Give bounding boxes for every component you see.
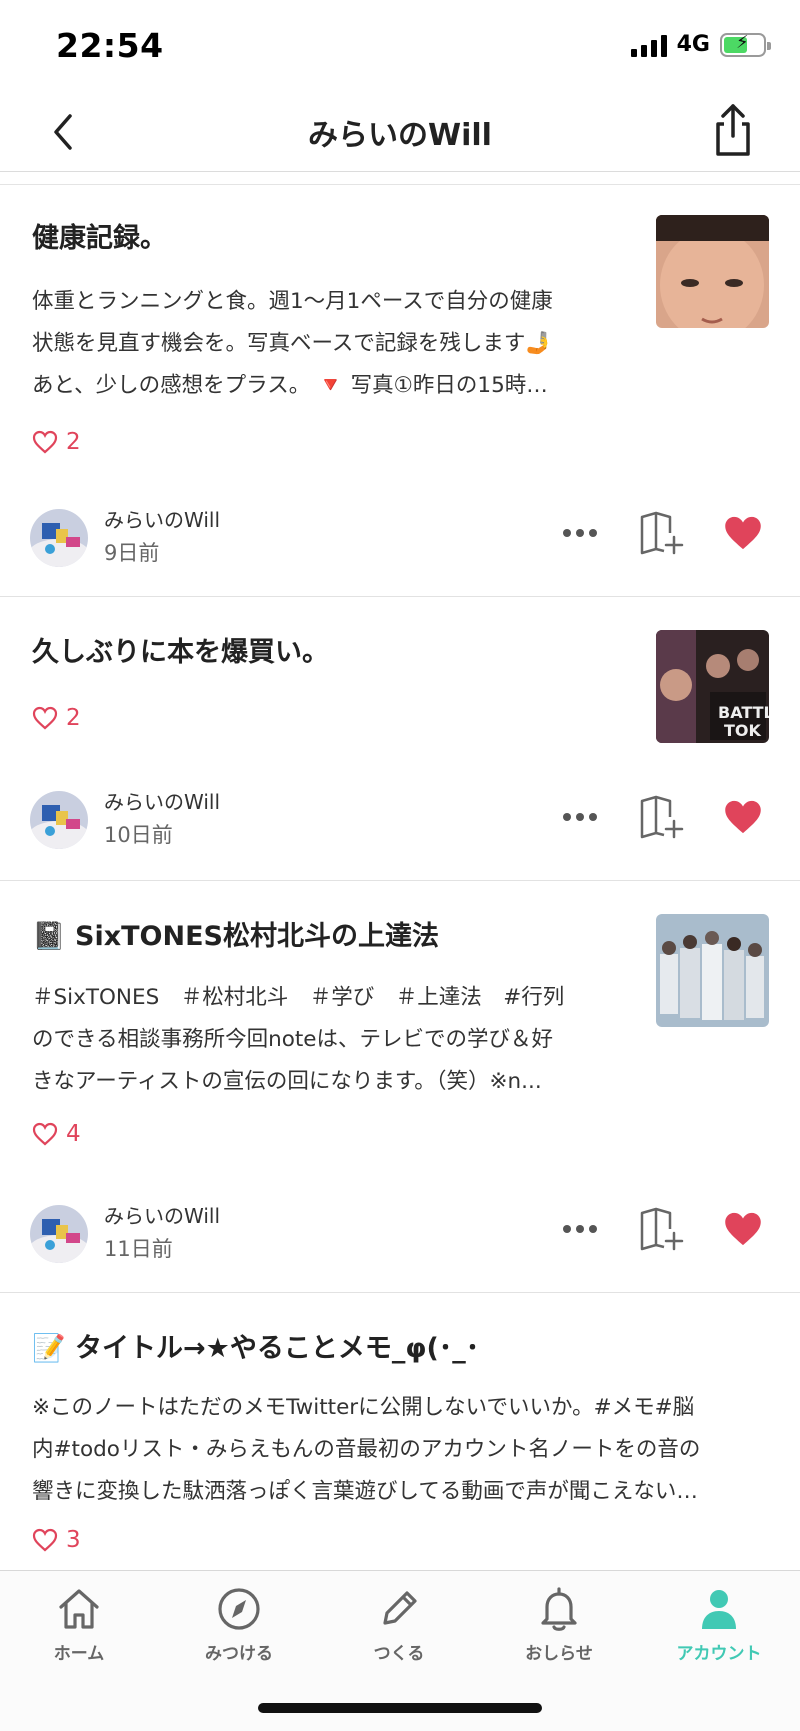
avatar[interactable] (30, 791, 88, 849)
post-date: 11日前 (104, 1237, 173, 1261)
heart-outline-icon (32, 1122, 58, 1146)
like-button[interactable] (722, 1209, 764, 1249)
post-date: 10日前 (104, 823, 173, 847)
article-thumbnail[interactable] (656, 914, 769, 1027)
home-icon (59, 1589, 99, 1629)
like-count: 2 (32, 705, 81, 731)
tab-notifications[interactable]: おしらせ (504, 1585, 614, 1664)
heart-outline-icon (32, 430, 58, 454)
like-count: 2 (32, 429, 81, 455)
pencil-icon (383, 1591, 417, 1625)
like-button[interactable] (722, 797, 764, 837)
bell-icon (541, 1587, 577, 1631)
heart-filled-icon (725, 516, 761, 550)
author-name[interactable]: みらいのWill (104, 1201, 220, 1231)
tab-account[interactable]: アカウント (664, 1585, 774, 1664)
article-author[interactable]: みらいのWill 10日前 (30, 787, 220, 853)
avatar[interactable] (30, 509, 88, 567)
article-actions (560, 1207, 764, 1251)
magazine-add-icon (640, 1207, 684, 1251)
battery-icon: ⚡ (720, 32, 771, 57)
add-to-magazine-button[interactable] (638, 1207, 684, 1251)
author-name[interactable]: みらいのWill (104, 505, 220, 535)
tab-discover[interactable]: みつける (184, 1585, 294, 1664)
article-excerpt: ※このノートはただのメモTwitterに公開しないでいいか。#メモ#脳 内#to… (32, 1395, 701, 1504)
article-title[interactable]: 📝 タイトル→★やることメモ_φ(･_･ (32, 1329, 479, 1369)
network-type: 4G (676, 32, 710, 57)
more-options-button[interactable] (560, 513, 600, 553)
nav-header: みらいのWill (0, 92, 800, 172)
like-button[interactable] (722, 513, 764, 553)
magazine-add-icon (640, 795, 684, 839)
article-excerpt: ＃SixTONES ＃松村北斗 ＃学び ＃上達法 #行列 のできる相談事務所今回… (32, 985, 565, 1094)
article-card[interactable]: 📝 タイトル→★やることメモ_φ(･_･ ※このノートはただのメモTwitter… (0, 1293, 800, 1572)
tab-label: みつける (205, 1644, 273, 1664)
article-feed[interactable]: 健康記録。 体重とランニングと食。週1〜月1ペースで自分の健康 状態を見直す機会… (0, 172, 800, 1572)
add-to-magazine-button[interactable] (638, 511, 684, 555)
add-to-magazine-button[interactable] (638, 795, 684, 839)
status-indicators: 4G ⚡ (630, 32, 771, 57)
heart-filled-icon (725, 1212, 761, 1246)
heart-outline-icon (32, 1528, 58, 1552)
like-count: 4 (32, 1121, 81, 1147)
share-button[interactable] (708, 102, 758, 160)
heart-filled-icon (725, 800, 761, 834)
more-options-button[interactable] (560, 1209, 600, 1249)
tab-label: ホーム (53, 1644, 105, 1664)
status-time: 22:54 (56, 26, 164, 65)
like-count: 3 (32, 1527, 81, 1553)
tab-label: おしらせ (525, 1644, 593, 1664)
share-icon (716, 104, 750, 156)
article-actions (560, 795, 764, 839)
avatar[interactable] (30, 1205, 88, 1263)
page-title: みらいのWill (308, 118, 492, 153)
compass-icon (218, 1588, 260, 1630)
article-title[interactable]: 📓 SixTONES松村北斗の上達法 (32, 917, 439, 957)
article-excerpt: 体重とランニングと食。週1〜月1ペースで自分の健康 状態を見直す機会を。写真ベー… (32, 289, 553, 398)
article-author[interactable]: みらいのWill 9日前 (30, 505, 220, 571)
tab-create[interactable]: つくる (344, 1585, 454, 1664)
article-card[interactable]: 健康記録。 体重とランニングと食。週1〜月1ペースで自分の健康 状態を見直す機会… (0, 185, 800, 597)
home-indicator[interactable] (258, 1703, 542, 1713)
post-date: 9日前 (104, 541, 160, 565)
tab-home[interactable]: ホーム (24, 1585, 134, 1664)
svg-text:BATTL: BATTL (718, 703, 769, 722)
article-card[interactable]: 久しぶりに本を爆買い。 BATTL TOK 2 みらいのWill 10日前 (0, 597, 800, 881)
tab-label: アカウント (676, 1644, 762, 1664)
status-bar: 22:54 4G ⚡ (0, 0, 800, 92)
article-title[interactable]: 健康記録。 (32, 219, 167, 259)
svg-text:TOK: TOK (724, 721, 762, 740)
heart-outline-icon (32, 706, 58, 730)
tab-label: つくる (373, 1644, 425, 1664)
article-card[interactable]: 📓 SixTONES松村北斗の上達法 ＃SixTONES ＃松村北斗 ＃学び ＃… (0, 881, 800, 1293)
article-thumbnail[interactable]: BATTL TOK (656, 630, 769, 743)
article-author[interactable]: みらいのWill 11日前 (30, 1201, 220, 1267)
more-options-button[interactable] (560, 797, 600, 837)
article-title[interactable]: 久しぶりに本を爆買い。 (32, 633, 329, 673)
article-thumbnail[interactable] (656, 215, 769, 328)
author-name[interactable]: みらいのWill (104, 787, 220, 817)
magazine-add-icon (640, 511, 684, 555)
article-actions (560, 511, 764, 555)
person-icon (702, 1590, 736, 1629)
signal-icon (630, 33, 667, 57)
